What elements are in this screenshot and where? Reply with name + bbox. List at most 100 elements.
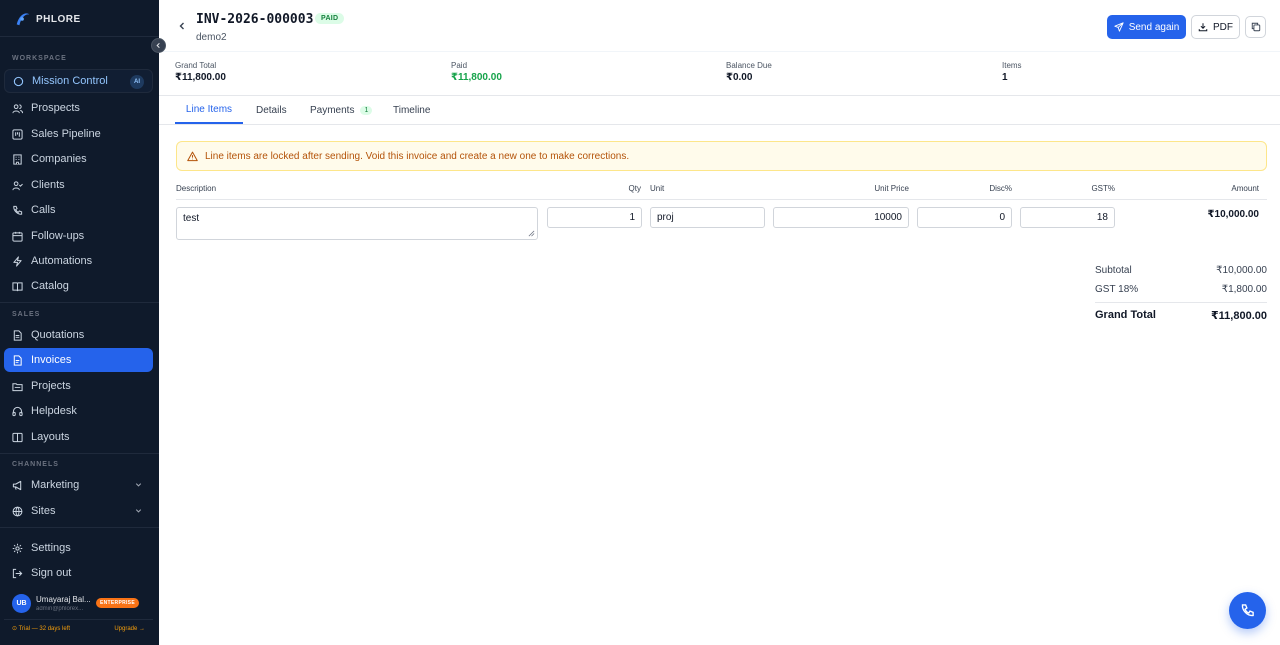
sidebar-item-automations[interactable]: Automations [4, 249, 153, 273]
pdf-label: PDF [1213, 21, 1233, 33]
tab-label: Timeline [393, 104, 431, 116]
upgrade-link[interactable]: Upgrade → [114, 626, 145, 632]
column-header-disc: Disc% [989, 184, 1012, 193]
sidebar-item-settings[interactable]: Settings [4, 536, 153, 560]
back-button[interactable] [175, 19, 189, 33]
sidebar-item-helpdesk[interactable]: Helpdesk [4, 399, 153, 423]
chevron-left-icon [156, 42, 160, 49]
target-icon [13, 76, 24, 87]
tab-timeline[interactable]: Timeline [393, 96, 430, 124]
trial-text: ⊙ Trial — 32 days left [12, 626, 71, 632]
sidebar-collapse-button[interactable] [151, 38, 166, 53]
user-card[interactable]: UB Umayaraj Bal... admin@phlorex... ENTE… [4, 588, 153, 618]
megaphone-icon [12, 480, 23, 491]
unit-value: proj [657, 212, 674, 223]
main-content: INV-2026-000003 PAID demo2 Send again PD… [159, 0, 1280, 645]
brand-logo[interactable]: PHLORE [14, 8, 81, 30]
sidebar-item-layouts[interactable]: Layouts [4, 425, 153, 449]
sidebar-item-label: Automations [31, 255, 93, 267]
sidebar-item-projects[interactable]: Projects [4, 374, 153, 398]
chevron-down-icon [135, 509, 142, 513]
stat-value: 1 [1002, 72, 1008, 83]
sidebar-item-label: Sign out [31, 567, 72, 579]
user-name: Umayaraj Bal... [36, 594, 91, 604]
column-header-gst: GST% [1091, 184, 1115, 193]
gst-value: 18 [1096, 212, 1108, 223]
sidebar-item-mission-control[interactable]: Mission Control AI [4, 69, 153, 93]
chevron-down-icon [135, 483, 142, 487]
tab-payments[interactable]: Payments 1 [310, 96, 373, 124]
sidebar-item-sites[interactable]: Sites [4, 499, 153, 523]
tab-label: Line Items [185, 103, 233, 115]
description-textarea[interactable]: test [176, 207, 538, 240]
sidebar-item-label: Projects [31, 380, 71, 392]
brand-name: PHLORE [36, 13, 81, 25]
row-amount: ₹10,000.00 [1207, 209, 1259, 220]
pdf-button[interactable]: PDF [1191, 15, 1240, 39]
globe-icon [12, 506, 23, 517]
subtotal-value: ₹10,000.00 [1216, 265, 1267, 276]
duplicate-button[interactable] [1245, 16, 1266, 38]
users-icon [12, 103, 23, 114]
unit-input[interactable]: proj [650, 207, 765, 228]
sidebar-item-invoices[interactable]: Invoices [4, 348, 153, 372]
sidebar-item-label: Marketing [31, 479, 80, 491]
sidebar-item-label: Companies [31, 153, 87, 165]
sidebar-item-marketing[interactable]: Marketing [4, 473, 153, 497]
sidebar-item-label: Catalog [31, 280, 69, 292]
send-again-button[interactable]: Send again [1107, 15, 1186, 39]
tab-line-items[interactable]: Line Items [175, 96, 243, 124]
call-fab-button[interactable] [1229, 592, 1266, 629]
sidebar-item-calls[interactable]: Calls [4, 198, 153, 222]
sidebar-item-companies[interactable]: Companies [4, 147, 153, 171]
disc-input[interactable]: 0 [917, 207, 1012, 228]
divider [176, 199, 1267, 200]
resize-grip-icon[interactable] [528, 230, 535, 237]
sidebar-item-catalog[interactable]: Catalog [4, 274, 153, 298]
alert-text: Line items are locked after sending. Voi… [205, 150, 630, 162]
sidebar-item-label: Settings [31, 542, 71, 554]
qty-input[interactable]: 1 [547, 207, 642, 228]
warning-icon [187, 151, 198, 161]
sidebar-item-label: Invoices [31, 354, 72, 366]
user-email: admin@phlorex... [36, 605, 84, 612]
sidebar-item-clients[interactable]: Clients [4, 173, 153, 197]
column-header-amount: Amount [1231, 184, 1259, 193]
divider [0, 527, 159, 528]
grand-total-row: Grand Total ₹11,800.00 [1095, 309, 1267, 322]
locked-warning-alert: Line items are locked after sending. Voi… [176, 141, 1267, 171]
unit-price-input[interactable]: 10000 [773, 207, 909, 228]
subtotal-label: Subtotal [1095, 265, 1132, 276]
sidebar-item-sales-pipeline[interactable]: Sales Pipeline [4, 122, 153, 146]
divider [1095, 302, 1267, 303]
sidebar-item-label: Sites [31, 505, 56, 517]
file-text-icon [12, 329, 23, 341]
sidebar-item-sign-out[interactable]: Sign out [4, 561, 153, 585]
stat-balance-due: Balance Due ₹0.00 [726, 61, 772, 83]
kanban-icon [12, 128, 23, 140]
sidebar-item-prospects[interactable]: Prospects [4, 96, 153, 120]
column-header-unit-price: Unit Price [874, 184, 909, 193]
stat-label: Balance Due [726, 61, 772, 70]
description-value: test [183, 213, 200, 224]
folder-icon [12, 381, 23, 392]
sidebar-item-label: Mission Control [32, 75, 108, 87]
sidebar-item-label: Layouts [31, 431, 70, 443]
stat-paid: Paid ₹11,800.00 [451, 61, 502, 83]
tab-count-badge: 1 [360, 105, 373, 115]
user-check-icon [12, 180, 23, 191]
gst-input[interactable]: 18 [1020, 207, 1115, 228]
sidebar: PHLORE WORKSPACE Mission Control AI Pros… [0, 0, 159, 645]
sidebar-item-follow-ups[interactable]: Follow-ups [4, 224, 153, 248]
book-icon [12, 281, 23, 292]
tab-details[interactable]: Details [256, 96, 287, 124]
stat-value: ₹0.00 [726, 72, 753, 83]
send-again-label: Send again [1128, 21, 1180, 33]
sidebar-item-label: Quotations [31, 329, 85, 341]
sidebar-item-label: Helpdesk [31, 405, 77, 417]
gst-value: ₹1,800.00 [1221, 284, 1267, 295]
sidebar-item-quotations[interactable]: Quotations [4, 323, 153, 347]
calendar-icon [12, 231, 23, 242]
logo-icon [16, 13, 30, 26]
client-name[interactable]: demo2 [196, 32, 227, 43]
